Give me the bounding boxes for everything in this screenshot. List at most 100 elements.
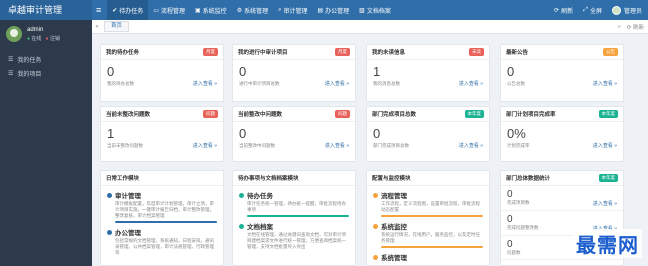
tab-scroll-right-icon[interactable]: » (618, 24, 621, 30)
section-title: 系统管理 (381, 255, 407, 262)
top-navbar: 卓越审计管理 ≡ ✔ 待办任务 ▭ 流程管理 ▣ 系统监控 ⚙ 系统管理 ⌕ 审计管理 ▤… (0, 0, 648, 20)
view-link[interactable]: 进入查看 » (593, 80, 617, 87)
sidebar-item-label: 我的任务 (17, 57, 42, 64)
section-audit[interactable]: 审计管理 审计模板配置，年度审计计划管理，审计立项，审计项目实施，一键审计报告归… (107, 190, 217, 223)
nav-label: 系统监控 (202, 8, 227, 15)
tab-refresh-button[interactable]: ⟳ 刷新 (627, 23, 644, 31)
nav-office[interactable]: ▤ 办公管理 (312, 0, 354, 20)
panel-title: 部门总体数据统计 (506, 176, 551, 182)
view-link[interactable]: 进入查看 » (593, 200, 617, 207)
section-desc: 工作流程，定义流程图，设置审批流程，审批流程动态配置 (381, 201, 480, 212)
logout-link[interactable]: ● 注销 (45, 35, 59, 42)
status-badge: 公告 (603, 48, 618, 56)
side-menu: ☰ 我的任务 ☰ 我的项目 (0, 52, 92, 80)
card-title: 部门完成项目总数 (372, 112, 417, 118)
panel-title: 日常工作模块 (106, 176, 140, 182)
panel-title: 配置与监控模块 (372, 176, 411, 182)
sidebar-item-label: 我的项目 (17, 71, 42, 78)
card-note: 计划完成率 (507, 142, 530, 148)
status-badge: 本年度 (598, 174, 618, 182)
view-link[interactable]: 进入查看 » (193, 142, 217, 149)
card-note: 公告总数 (507, 80, 525, 86)
section-desc: 审计任务统一管理，待办统一提醒，审批流程待办事项 (247, 201, 346, 212)
nav-label: 审计管理 (283, 8, 308, 15)
online-label: 在线 (31, 35, 42, 42)
fullscreen-button[interactable]: ⤢ 全屏 (583, 6, 602, 15)
nav-documents[interactable]: ▧ 文档档案 (354, 0, 396, 20)
stat-note: 完成问题整改数 (507, 225, 539, 230)
nav-system-admin[interactable]: ⚙ 系统管理 (232, 0, 273, 20)
section-desc: 系统运行情况，在线用户，服务监控，以及定时任务管理 (381, 232, 480, 243)
panel-config-monitor: 配置与监控模块 流程管理 工作流程，定义流程图，设置审批流程，审批流程动态配置 … (366, 170, 490, 266)
site-watermark: 最需网 (573, 229, 642, 258)
view-link[interactable]: 进入查看 » (325, 142, 349, 149)
nav-workflow[interactable]: ▭ 流程管理 (148, 0, 190, 20)
nav-audit[interactable]: ⌕ 审计管理 (273, 0, 312, 20)
section-system-admin[interactable]: 系统管理 (373, 252, 483, 262)
stat-note: 问题数 (507, 250, 521, 255)
section-title: 办公管理 (115, 230, 141, 237)
logout-label: 注销 (49, 35, 60, 42)
user-panel: admin ● 在线 ● 注销 (0, 20, 92, 46)
top-nav: ✔ 待办任务 ▭ 流程管理 ▣ 系统监控 ⚙ 系统管理 ⌕ 审计管理 ▤ 办公管理 ▧ 文档档… (107, 0, 396, 20)
section-monitor[interactable]: 系统监控 系统运行情况，在线用户，服务监控，以及定时任务管理 (373, 221, 483, 248)
section-todo[interactable]: 待办任务 审计任务统一管理，待办统一提醒，审批流程待办事项 (239, 190, 349, 217)
list-icon: ☰ (8, 56, 14, 63)
view-link[interactable]: 进入查看 » (325, 80, 349, 87)
tab-home[interactable]: 首页 (104, 21, 130, 32)
view-link[interactable]: 进入查看 » (593, 142, 617, 149)
card-title: 部门计划项目完成率 (506, 112, 556, 118)
sidebar-item-my-tasks[interactable]: ☰ 我的任务 (0, 52, 92, 66)
user-avatar[interactable] (6, 26, 22, 42)
status-badge: 本年度 (464, 110, 484, 118)
window-icon: ▭ (153, 7, 159, 14)
card-note: 进行中审计项目总数 (239, 80, 280, 86)
stat-value: 0 (507, 214, 513, 225)
sidebar-item-my-projects[interactable]: ☰ 我的项目 (0, 66, 92, 80)
section-office[interactable]: 办公管理 包括常规的文档管理，系统通知，日程安排，通讯录管理，公共档案管理，审计… (107, 227, 217, 256)
section-workflow[interactable]: 流程管理 工作流程，定义流程图，设置审批流程，审批流程动态配置 (373, 190, 483, 217)
panel-todo-docs: 待办事项与文档档案模块 待办任务 审计任务统一管理，待办统一提醒，审批流程待办事… (232, 170, 356, 266)
fullscreen-icon: ⤢ (583, 6, 588, 13)
stat-card-dept-completed: 部门完成项目总数 本年度 0 部门完成项目总数 进入查看 » (366, 106, 490, 162)
tab-bar: « 首页 » ⟳ 刷新 (92, 20, 648, 34)
nav-todo-tasks[interactable]: ✔ 待办任务 (107, 0, 149, 20)
card-title: 我的待办任务 (106, 50, 140, 56)
menu-toggle-icon[interactable]: ≡ (96, 5, 101, 15)
card-value: 0 (107, 64, 115, 79)
user-menu[interactable]: 管理员 (611, 5, 642, 15)
document-icon: ▧ (359, 7, 365, 14)
card-value: 0 (239, 126, 247, 141)
status-badge: 问题 (203, 110, 218, 118)
card-value: 1 (107, 126, 115, 141)
user-menu-label: 管理员 (623, 8, 642, 15)
card-value: 0% (507, 126, 526, 141)
view-link[interactable]: 进入查看 » (459, 80, 483, 87)
section-title: 流程管理 (381, 193, 407, 200)
nav-label: 流程管理 (160, 8, 185, 15)
view-link[interactable]: 进入查看 » (193, 80, 217, 87)
stat-card-notices: 最新公告 公告 0 公告总数 进入查看 » (500, 44, 624, 102)
nav-system-monitor[interactable]: ▣ 系统监控 (190, 0, 232, 20)
bullet-icon (239, 192, 244, 198)
stat-card-unrectified: 当前未整改问题数 问题 1 当前未整改问题数 进入查看 » (100, 106, 224, 162)
section-desc: 文档在线管理，通过关键词查询文档，可对审计项目建档案袋文件进行统一管理，方便查阅… (247, 232, 346, 249)
logout-dot-icon: ● (45, 35, 49, 42)
fullscreen-label: 全屏 (589, 8, 602, 15)
status-badge: 月度 (203, 48, 218, 56)
refresh-button[interactable]: ⟳ 刷新 (554, 6, 573, 15)
section-documents[interactable]: 文档档案 文档在线管理，通过关键词查询文档，可对审计项目建档案袋文件进行统一管理… (239, 221, 349, 250)
card-title: 当前未整改问题数 (106, 112, 151, 118)
stat-note: 完成项目数 (507, 200, 530, 205)
view-link[interactable]: 进入查看 » (459, 142, 483, 149)
section-divider (381, 246, 483, 248)
card-title: 我的进行中审计项目 (238, 50, 288, 56)
section-divider (115, 221, 217, 223)
card-title: 最新公告 (506, 50, 529, 56)
app-title: 卓越审计管理 (0, 0, 92, 20)
card-note: 我的待办总数 (107, 80, 134, 86)
tab-scroll-left-icon[interactable]: « (92, 24, 102, 30)
section-title: 系统监控 (381, 224, 407, 231)
section-title: 审计管理 (115, 193, 141, 200)
stat-card-todo: 我的待办任务 月度 0 我的待办总数 进入查看 » (100, 44, 224, 102)
